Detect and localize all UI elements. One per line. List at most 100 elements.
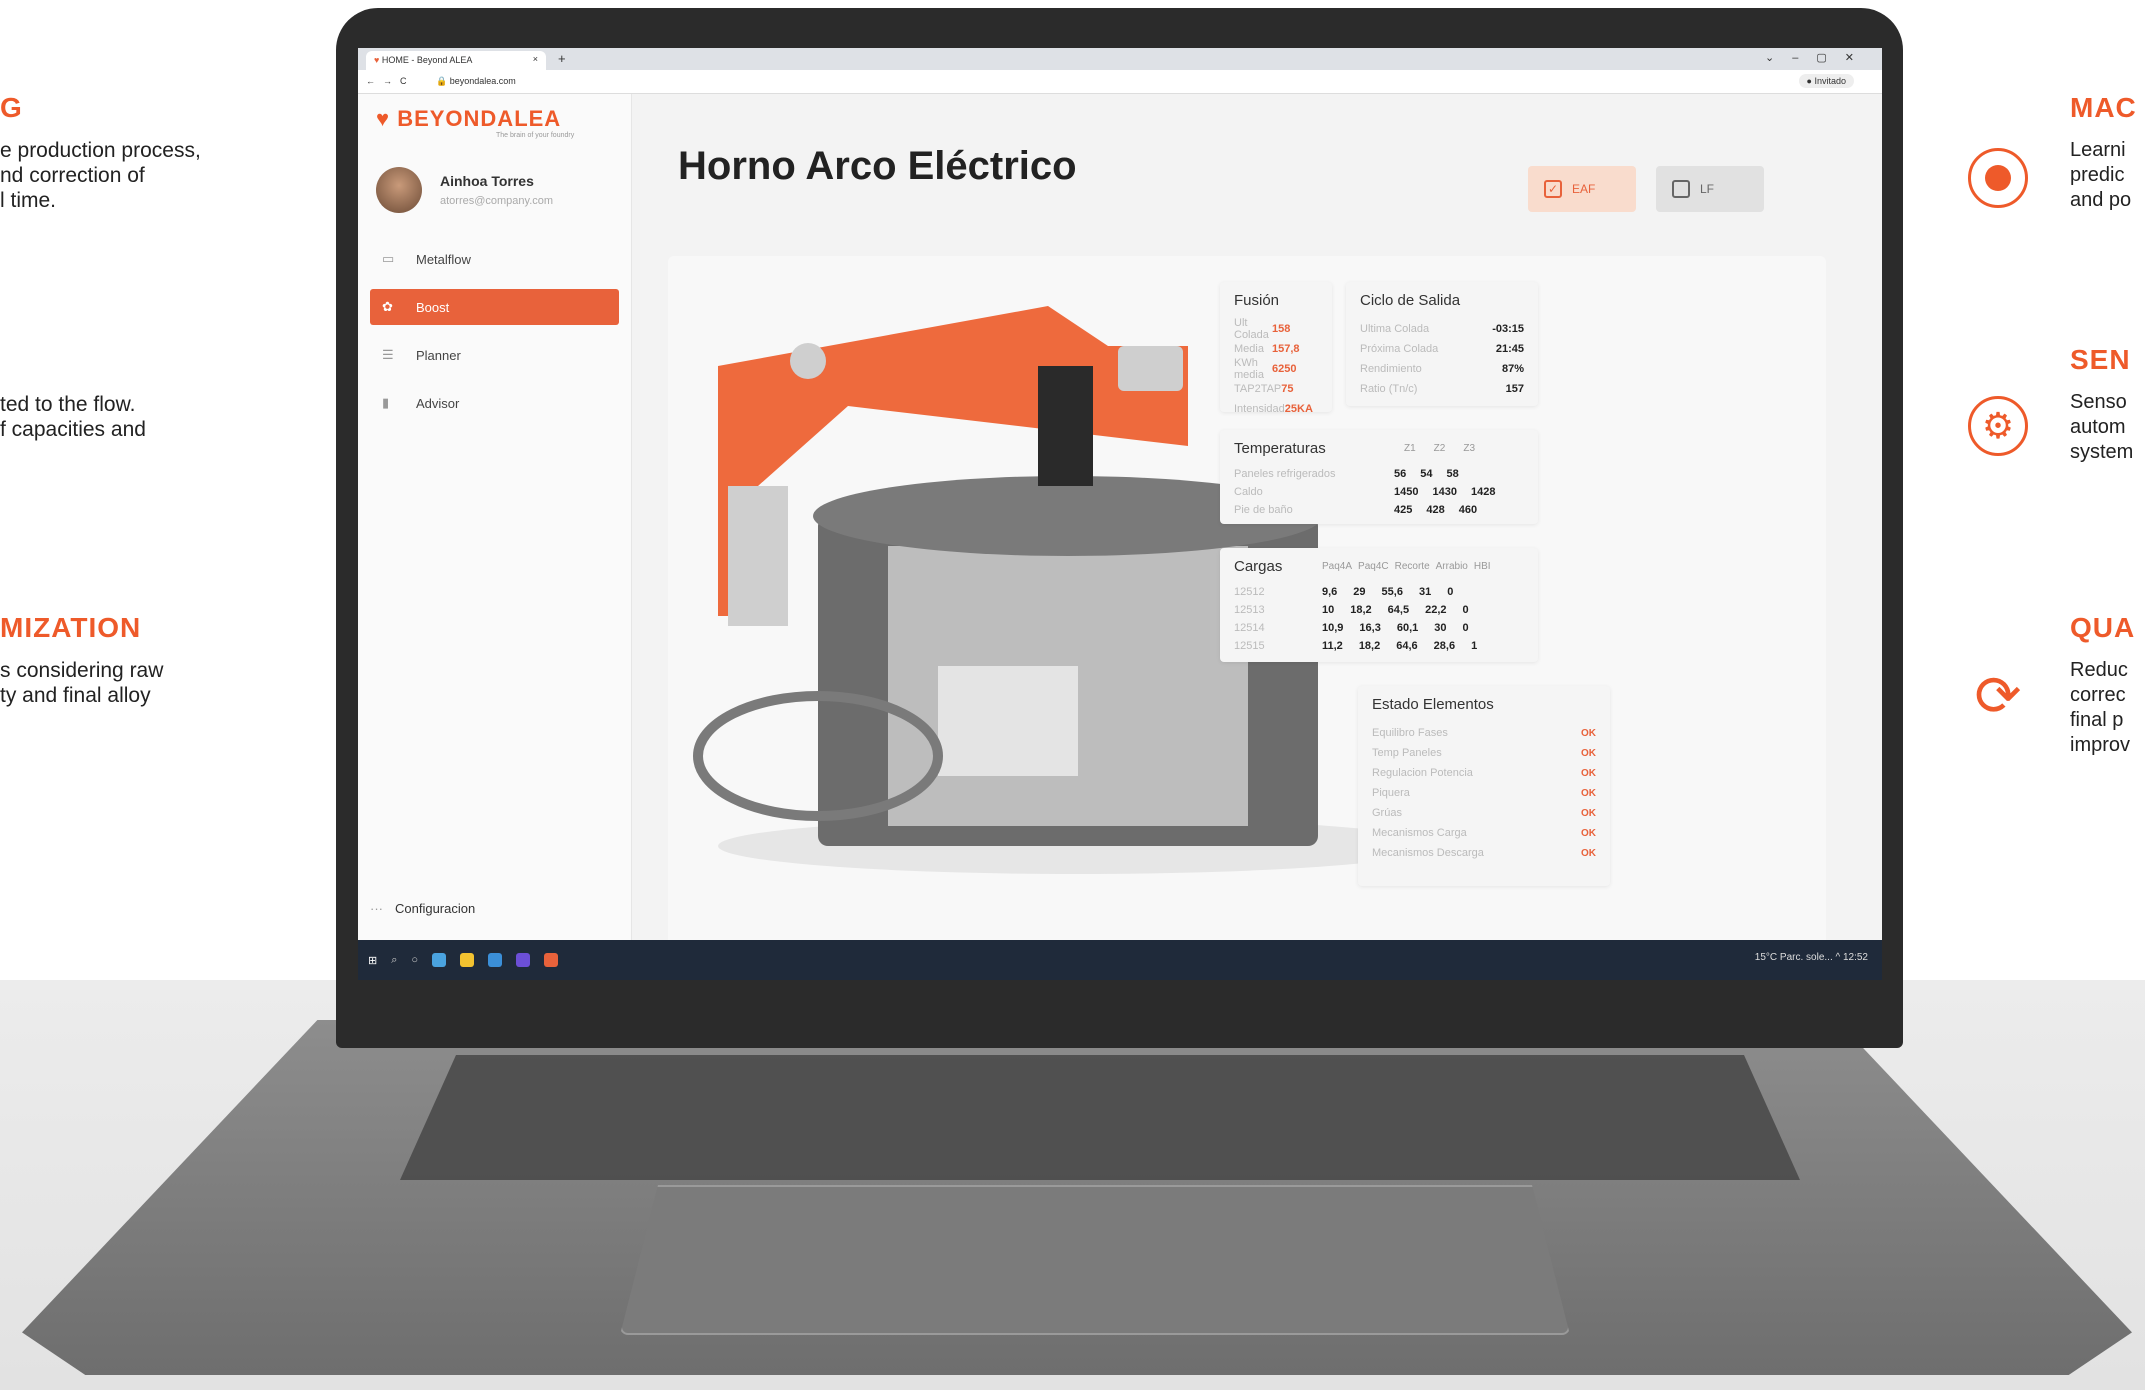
cell: 22,2	[1425, 604, 1447, 616]
status-badge: OK	[1581, 847, 1596, 859]
cell: 30	[1434, 622, 1447, 634]
user-icon: ●	[1806, 76, 1812, 86]
sidebar-item-label: Metalflow	[416, 251, 471, 267]
stat-value: 75	[1281, 383, 1294, 395]
feature-title: MAC	[2070, 92, 2137, 123]
tab-close-icon[interactable]: ×	[533, 54, 538, 64]
cell: 1450	[1394, 486, 1419, 498]
sidebar-item-label: Configuracion	[395, 901, 476, 916]
status-row: Regulacion Potencia OK	[1372, 763, 1596, 783]
status-label: Mecanismos Carga	[1372, 827, 1467, 839]
cell: 28,6	[1433, 640, 1456, 652]
user-profile: Ainhoa Torres atorres@company.com	[376, 167, 631, 213]
lf-toggle[interactable]: LF	[1656, 166, 1764, 212]
stat-label: Rendimiento	[1360, 363, 1422, 375]
profile-button[interactable]: ● Invitado	[1798, 74, 1854, 88]
status-badge: OK	[1581, 807, 1596, 819]
sidebar-item-configuracion[interactable]: ··· Configuracion	[370, 901, 475, 916]
sidebar-item-label: Planner	[416, 347, 461, 363]
eaf-toggle[interactable]: ✓ EAF	[1528, 166, 1636, 212]
col-header: Recorte	[1394, 561, 1430, 572]
taskbar-app-icon[interactable]	[516, 953, 531, 967]
brand-logo: ♥ BEYONDALEA The brain of your foundry	[376, 106, 631, 139]
ciclo-card: Ciclo de Salida Ultima Colada -03:15 Próx…	[1346, 282, 1538, 406]
trackpad	[620, 1185, 1570, 1335]
status-badge: OK	[1581, 747, 1596, 759]
cycle-icon: ⟳	[1974, 664, 2022, 727]
estado-card: Estado Elementos Equilibro Fases OK Temp …	[1358, 686, 1610, 886]
sidebar: ♥ BEYONDALEA The brain of your foundry A…	[358, 94, 632, 940]
stat-value: 87%	[1501, 363, 1524, 375]
col-header: HBI	[1473, 561, 1491, 572]
col-header: Z1	[1404, 443, 1416, 454]
stat-value: 6250	[1272, 363, 1297, 375]
feature-body: Learni predic and po	[2070, 139, 2132, 211]
cell: 56	[1394, 468, 1407, 480]
cargas-headers: Paq4A Paq4C Recorte Arrabio HBI	[1322, 561, 1491, 572]
window-controls[interactable]: ⌄–▢✕	[1765, 51, 1872, 64]
taskbar-app-icon[interactable]	[460, 953, 475, 967]
stat-label: Próxima Colada	[1360, 343, 1439, 355]
right-feature-2: SEN Senso autom system	[2070, 344, 2145, 465]
cell: 425	[1394, 504, 1413, 516]
stat-value: 21:45	[1495, 343, 1524, 355]
toggle-label: LF	[1700, 182, 1715, 196]
screen: ♥ HOME - Beyond ALEA × + ⌄–▢✕ ←→C 🔒 beyo…	[358, 48, 1882, 980]
feature-title: QUA	[2070, 612, 2136, 643]
cell: 18,2	[1350, 604, 1372, 616]
stat-row: Ratio (Tn/c) 157	[1360, 379, 1524, 399]
feature-body: e production process, nd correction of l…	[0, 139, 201, 212]
col-header: Z3	[1463, 443, 1476, 454]
boost-icon: ✿	[382, 299, 393, 314]
left-feature-1: G e production process, nd correction of…	[0, 92, 300, 213]
toggle-label: EAF	[1572, 182, 1596, 196]
cell: 460	[1458, 504, 1478, 516]
stat-label: Ratio (Tn/c)	[1360, 383, 1418, 395]
status-row: Piquera OK	[1372, 783, 1596, 803]
col-header: Paq4C	[1358, 561, 1389, 572]
url-text: beyondalea.com	[449, 76, 516, 86]
cortana-icon[interactable]: ○	[411, 954, 418, 966]
windows-start-icon[interactable]: ⊞	[368, 954, 377, 967]
table-row: 12513 10 18,2 64,5 22,2 0	[1234, 601, 1524, 619]
estado-title: Estado Elementos	[1372, 696, 1494, 713]
taskbar-app-icon[interactable]	[544, 953, 559, 967]
cell: 0	[1447, 586, 1454, 598]
gear-icon: ⚙	[1968, 396, 2028, 456]
system-tray[interactable]: 15°C Parc. sole... ^ 12:52	[1755, 952, 1868, 963]
feature-body: Reduc correc final p improv	[2070, 659, 2131, 756]
status-row: Temp Paneles OK	[1372, 743, 1596, 763]
stat-row: Rendimiento 87%	[1360, 359, 1524, 379]
cell: 55,6	[1381, 586, 1403, 598]
status-badge: OK	[1581, 727, 1596, 739]
search-icon[interactable]: ⌕	[391, 954, 397, 967]
stat-value: 157	[1505, 383, 1524, 395]
stat-row: Próxima Colada 21:45	[1360, 339, 1524, 359]
cell: 16,3	[1359, 622, 1381, 634]
taskbar-app-icon[interactable]	[488, 953, 503, 967]
new-tab-button[interactable]: +	[558, 51, 566, 66]
cell: 60,1	[1396, 622, 1419, 634]
row-id: 12513	[1234, 604, 1265, 616]
cell: 31	[1418, 586, 1432, 598]
browser-tab[interactable]: ♥ HOME - Beyond ALEA ×	[366, 51, 546, 70]
cell: 1428	[1470, 486, 1496, 498]
col-header: Paq4A	[1322, 561, 1353, 572]
table-row: 12514 10,9 16,3 60,1 30 0	[1234, 619, 1524, 637]
sidebar-item-advisor[interactable]: ▮ Advisor	[370, 385, 619, 421]
more-icon: ···	[370, 901, 383, 916]
list-icon: ☰	[382, 347, 394, 362]
sidebar-item-boost[interactable]: ✿ Boost	[370, 289, 619, 325]
sidebar-item-label: Advisor	[416, 395, 460, 411]
url-field[interactable]: 🔒 beyondalea.com	[436, 76, 516, 87]
sidebar-item-label: Boost	[416, 299, 450, 315]
user-name: Ainhoa Torres	[440, 173, 534, 189]
cell: 9,6	[1322, 586, 1338, 598]
stat-row: Intensidad 25KA	[1234, 399, 1318, 419]
sidebar-item-metalflow[interactable]: ▭ Metalflow	[370, 241, 619, 277]
right-feature-3: QUA Reduc correc final p improv	[2070, 612, 2145, 758]
nav-buttons[interactable]: ←→C	[366, 76, 415, 86]
status-badge: OK	[1581, 767, 1596, 779]
taskbar-app-icon[interactable]	[432, 953, 447, 967]
sidebar-item-planner[interactable]: ☰ Planner	[370, 337, 619, 373]
